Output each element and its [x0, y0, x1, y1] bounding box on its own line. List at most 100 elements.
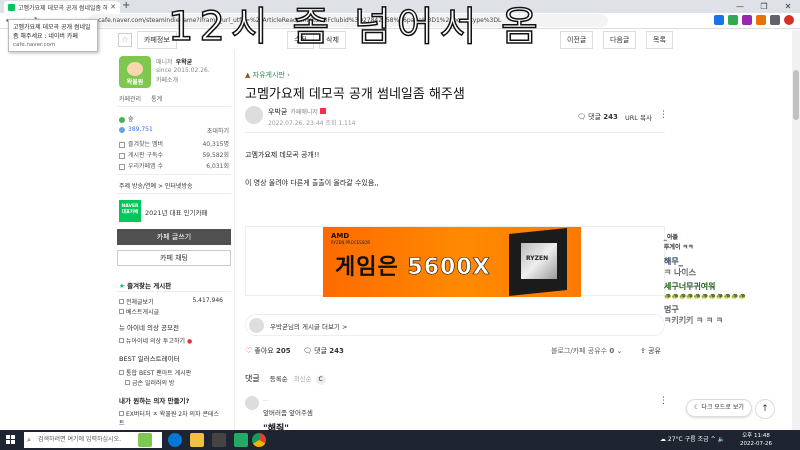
comment-more-icon[interactable]: ⋮	[659, 396, 668, 406]
board-item-all[interactable]: 전체글보기 5,417,946	[119, 297, 223, 306]
commenter-avatar[interactable]	[245, 396, 259, 410]
next-post-button[interactable]: 다음글	[603, 31, 637, 49]
mascot-face-icon	[127, 62, 143, 76]
star-icon: ★	[119, 282, 125, 290]
cafe-logo[interactable]: 왁물원	[119, 56, 151, 88]
sort-by-latest[interactable]: 최신순	[294, 375, 312, 383]
members-row: 389,751 초대하기	[119, 126, 229, 135]
sort-by-registration[interactable]: 등록순	[270, 375, 288, 383]
board-label: 금손 일러러의 방	[132, 380, 175, 387]
url-copy-button[interactable]: URL 복사	[625, 112, 652, 122]
board-icon	[119, 299, 124, 304]
taskbar-clock[interactable]: 오후 11:48 2022-07-26	[740, 432, 772, 448]
chevron-down-icon: ⌄	[616, 347, 623, 355]
like-button[interactable]: ♡ 좋아요 205	[245, 346, 291, 356]
board-category[interactable]: ▲ 자유게시판 ›	[245, 70, 290, 80]
more-options-icon[interactable]: ⋮	[659, 110, 668, 120]
store-icon[interactable]	[212, 433, 226, 447]
cafe-admin-link[interactable]: 카페관리	[119, 94, 141, 103]
edge-icon[interactable]	[168, 433, 182, 447]
extension-icon[interactable]	[756, 15, 766, 25]
stat-value: 59,582회	[202, 152, 229, 159]
search-icon: ⌕	[27, 436, 31, 444]
topic-row[interactable]: 주제 방송/연예 > 인터넷방송	[119, 181, 193, 190]
windows-start-icon[interactable]	[6, 435, 16, 445]
profile-icon[interactable]	[784, 15, 794, 25]
scroll-top-button[interactable]: ↑	[755, 399, 775, 419]
board-label: 뉴아이네 의상 투고하기	[126, 338, 186, 345]
share-icon: ⇪	[640, 347, 646, 355]
maximize-button[interactable]: ❐	[752, 0, 776, 13]
share-label: 공유	[648, 347, 661, 355]
tray-arrow-icon[interactable]: ^	[711, 436, 716, 443]
volume-icon[interactable]: 🔈	[718, 436, 725, 443]
system-tray: ☁ 27°C 구름 조금 ^ 🔈	[660, 434, 725, 443]
extension-icon[interactable]	[742, 15, 752, 25]
chat-line: 세구너무귀여워	[664, 282, 716, 291]
author-other-posts[interactable]: 우박굳님의 게시글 더보기 >	[245, 314, 665, 336]
stats-link[interactable]: 통계	[151, 94, 162, 103]
comment-count-link[interactable]: 🗨 댓글 243	[577, 112, 618, 122]
comment-button[interactable]: 🗨 댓글 243	[303, 346, 344, 356]
popular-cafe-text: 2021년 대표 인기카페	[145, 209, 208, 217]
favorite-star-icon[interactable]: ☆	[118, 33, 132, 47]
share-count: 블로그/카페 공유수 0 ⌄	[551, 346, 622, 356]
board-label: 전체글보기	[126, 299, 154, 306]
browser-tab[interactable]: 고멤가요제 데모곡 공개 썸네일좀 해주 ✕	[4, 1, 120, 13]
board-item-best-fanart[interactable]: 통합 BEST 팬아트 게시판	[119, 368, 223, 377]
tree-icon	[119, 116, 125, 123]
new-tab-button[interactable]: +	[122, 0, 130, 11]
chat-line: 🐢🐢🐢🐢🐢🐢🐢🐢🐢🐢🐢	[664, 293, 747, 300]
comment-count: 243	[329, 347, 344, 355]
extension-icon[interactable]	[728, 15, 738, 25]
prev-post-button[interactable]: 이전글	[560, 31, 594, 49]
write-post-button[interactable]: 카페 글쓰기	[117, 229, 231, 245]
extension-icon[interactable]	[714, 15, 724, 25]
commenter-name[interactable]: ...	[263, 396, 269, 403]
share-button[interactable]: ⇪ 공유	[640, 346, 661, 356]
refresh-icon[interactable]: C	[315, 375, 326, 385]
divider	[245, 132, 665, 133]
manager-name[interactable]: 우왁굳	[176, 59, 193, 66]
cafe-intro-link[interactable]: 카페소개	[156, 75, 178, 84]
ad-container: AMD RYZEN PROCESSOR 게임은 5600X RYZEN	[245, 226, 665, 297]
invite-link[interactable]: 초대하기	[207, 126, 229, 135]
members-count[interactable]: 389,751	[128, 126, 153, 133]
subscribe-icon	[119, 152, 125, 159]
author-avatar[interactable]	[245, 106, 263, 124]
board-item-best[interactable]: 베스트게시글	[119, 307, 223, 316]
file-explorer-icon[interactable]	[190, 433, 204, 447]
naver-favicon-icon	[8, 3, 15, 11]
chrome-icon[interactable]	[252, 433, 266, 447]
stat-value: 6,031회	[206, 163, 229, 170]
close-window-button[interactable]: ✕	[776, 0, 800, 13]
board-item-chair-contest[interactable]: EX버터처 ㅈ 왁물원 2차 의자 콘테스트	[119, 410, 223, 428]
article-title: 고멤가요제 데모곡 공개 썸네일좀 해주샘	[245, 87, 465, 102]
cafe-level: 숲	[128, 116, 134, 123]
amd-ad-banner[interactable]: AMD RYZEN PROCESSOR 게임은 5600X RYZEN	[323, 227, 581, 297]
game-app-icon[interactable]	[138, 433, 152, 447]
author-name[interactable]: 우박굳	[268, 108, 287, 116]
page-scrollbar[interactable]	[792, 30, 800, 430]
dark-mode-button[interactable]: ☾ 다크 모드로 보기	[686, 399, 752, 417]
ryzen-label: RYZEN	[526, 255, 549, 262]
cafe-sidebar: 왁물원 매니저 우왁굳 since 2015.02.26. 카페소개 카페관리 통…	[113, 50, 235, 430]
board-item-goldhand[interactable]: 금손 일러러의 방	[125, 378, 229, 387]
share-text: 블로그/카페 공유수	[551, 347, 608, 355]
extension-icon[interactable]	[770, 15, 780, 25]
ad-slogan: 게임은 5600X	[335, 249, 491, 281]
weather-text[interactable]: 27°C 구름 조금	[668, 436, 709, 443]
window-controls: — ❐ ✕	[728, 0, 800, 13]
app-icon[interactable]	[234, 433, 248, 447]
manager-label: 매니저	[156, 59, 173, 66]
divider	[117, 291, 231, 292]
minimize-button[interactable]: —	[728, 0, 752, 13]
close-tab-icon[interactable]: ✕	[110, 3, 116, 11]
board-item-ine-submit[interactable]: 뉴아이네 의상 투고하기 ●	[119, 336, 223, 345]
manager-badge-icon	[319, 108, 326, 114]
cafe-chat-button[interactable]: 카페 채팅	[117, 250, 231, 266]
author-row: 우박굳 카페매니저	[268, 107, 326, 117]
comment-icon: 🗨	[303, 347, 312, 355]
list-button[interactable]: 목록	[646, 31, 673, 49]
scrollbar-thumb[interactable]	[793, 70, 799, 120]
